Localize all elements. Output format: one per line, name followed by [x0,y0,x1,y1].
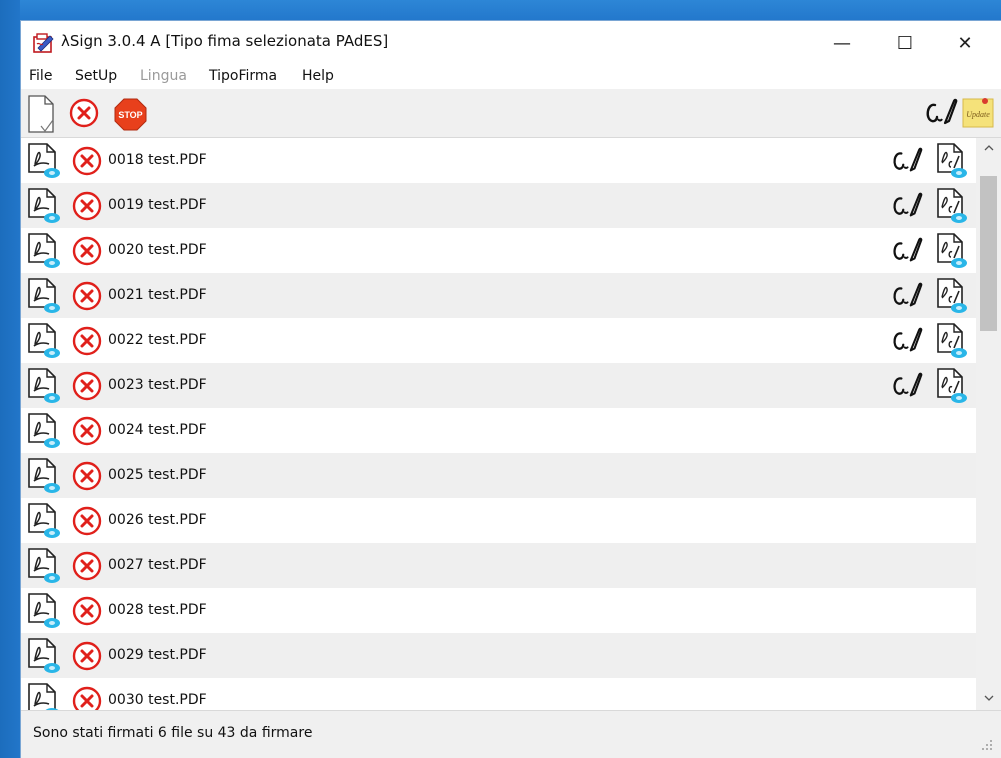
file-name: 0019 test.PDF [108,197,207,213]
signature-icon[interactable] [923,97,959,129]
close-button[interactable]: ✕ [936,21,994,65]
pdf-file-icon[interactable] [27,502,63,540]
cancel-icon[interactable] [72,506,102,536]
cancel-icon[interactable] [72,236,102,266]
pdf-file-icon[interactable] [27,637,63,675]
file-list[interactable]: 0018 test.PDF 0019 test.PDF 0020 test.PD… [21,138,976,710]
file-name: 0018 test.PDF [108,152,207,168]
signature-icon[interactable] [890,326,924,356]
file-row[interactable]: 0026 test.PDF [21,498,976,543]
cancel-icon[interactable] [72,146,102,176]
pdf-file-icon[interactable] [27,682,63,710]
file-name: 0024 test.PDF [108,422,207,438]
cancel-icon[interactable] [72,416,102,446]
signature-icon[interactable] [890,236,924,266]
file-row[interactable]: 0029 test.PDF [21,633,976,678]
menu-file[interactable]: File [29,68,52,84]
pdf-file-icon[interactable] [27,547,63,585]
file-name: 0027 test.PDF [108,557,207,573]
cancel-icon[interactable] [72,326,102,356]
signature-icon[interactable] [890,371,924,401]
cancel-icon[interactable] [72,281,102,311]
file-name: 0025 test.PDF [108,467,207,483]
file-row[interactable]: 0018 test.PDF [21,138,976,183]
pdf-file-icon[interactable] [27,142,63,180]
cancel-all-icon[interactable] [69,98,99,128]
maximize-button[interactable]: ☐ [876,21,934,65]
chevron-up-icon [984,145,993,151]
window-title: λSign 3.0.4 A [Tipo fima selezionata PAd… [61,32,389,50]
file-name: 0021 test.PDF [108,287,207,303]
cancel-icon[interactable] [72,461,102,491]
signed-pdf-icon[interactable] [936,322,970,360]
chevron-down-icon [984,695,993,701]
pdf-file-icon[interactable] [27,277,63,315]
status-text: Sono stati firmati 6 file su 43 da firma… [33,725,313,741]
cancel-icon[interactable] [72,686,102,710]
sticky-note-icon[interactable]: Update [961,95,995,129]
stop-icon[interactable]: STOP [114,98,147,131]
stop-label: STOP [118,110,142,120]
signature-icon[interactable] [890,281,924,311]
cancel-icon[interactable] [72,596,102,626]
pdf-file-icon[interactable] [27,187,63,225]
signature-icon[interactable] [890,146,924,176]
app-logo-icon [33,33,54,53]
signed-pdf-icon[interactable] [936,187,970,225]
file-name: 0020 test.PDF [108,242,207,258]
scroll-thumb[interactable] [980,176,997,331]
signed-pdf-icon[interactable] [936,142,970,180]
file-name: 0023 test.PDF [108,377,207,393]
file-name: 0028 test.PDF [108,602,207,618]
file-row[interactable]: 0028 test.PDF [21,588,976,633]
file-row[interactable]: 0021 test.PDF [21,273,976,318]
signed-pdf-icon[interactable] [936,232,970,270]
menu-lingua[interactable]: Lingua [140,68,187,84]
scroll-up-arrow[interactable] [976,138,1001,158]
file-row[interactable]: 0030 test.PDF [21,678,976,710]
pdf-file-icon[interactable] [27,322,63,360]
status-bar: Sono stati firmati 6 file su 43 da firma… [21,710,1001,758]
file-row[interactable]: 0020 test.PDF [21,228,976,273]
menu-help[interactable]: Help [302,68,334,84]
scroll-down-arrow[interactable] [976,688,1001,708]
pdf-file-icon[interactable] [27,457,63,495]
file-row[interactable]: 0022 test.PDF [21,318,976,363]
cancel-icon[interactable] [72,641,102,671]
minimize-button[interactable]: — [813,21,871,65]
note-label: Update [966,110,990,119]
file-name: 0029 test.PDF [108,647,207,663]
file-name: 0030 test.PDF [108,692,207,708]
new-document-icon[interactable] [27,94,55,134]
file-row[interactable]: 0025 test.PDF [21,453,976,498]
pdf-file-icon[interactable] [27,412,63,450]
pdf-file-icon[interactable] [27,592,63,630]
vertical-scrollbar[interactable] [976,138,1001,710]
menu-tipofirma[interactable]: TipoFirma [209,68,277,84]
resize-grip-icon[interactable] [981,739,993,751]
file-row[interactable]: 0023 test.PDF [21,363,976,408]
cancel-icon[interactable] [72,191,102,221]
app-window: λSign 3.0.4 A [Tipo fima selezionata PAd… [20,20,1001,758]
signature-icon[interactable] [890,191,924,221]
file-name: 0022 test.PDF [108,332,207,348]
desktop-background-top [0,0,1001,20]
file-row[interactable]: 0024 test.PDF [21,408,976,453]
file-row[interactable]: 0019 test.PDF [21,183,976,228]
pdf-file-icon[interactable] [27,367,63,405]
cancel-icon[interactable] [72,371,102,401]
signed-pdf-icon[interactable] [936,367,970,405]
signed-pdf-icon[interactable] [936,277,970,315]
file-row[interactable]: 0027 test.PDF [21,543,976,588]
title-bar[interactable]: λSign 3.0.4 A [Tipo fima selezionata PAd… [21,21,1001,65]
file-name: 0026 test.PDF [108,512,207,528]
menu-setup[interactable]: SetUp [75,68,117,84]
toolbar: STOP Update [21,89,1001,138]
pdf-file-icon[interactable] [27,232,63,270]
desktop-background-left [0,0,20,758]
menu-bar: File SetUp Lingua TipoFirma Help [21,65,1001,89]
cancel-icon[interactable] [72,551,102,581]
